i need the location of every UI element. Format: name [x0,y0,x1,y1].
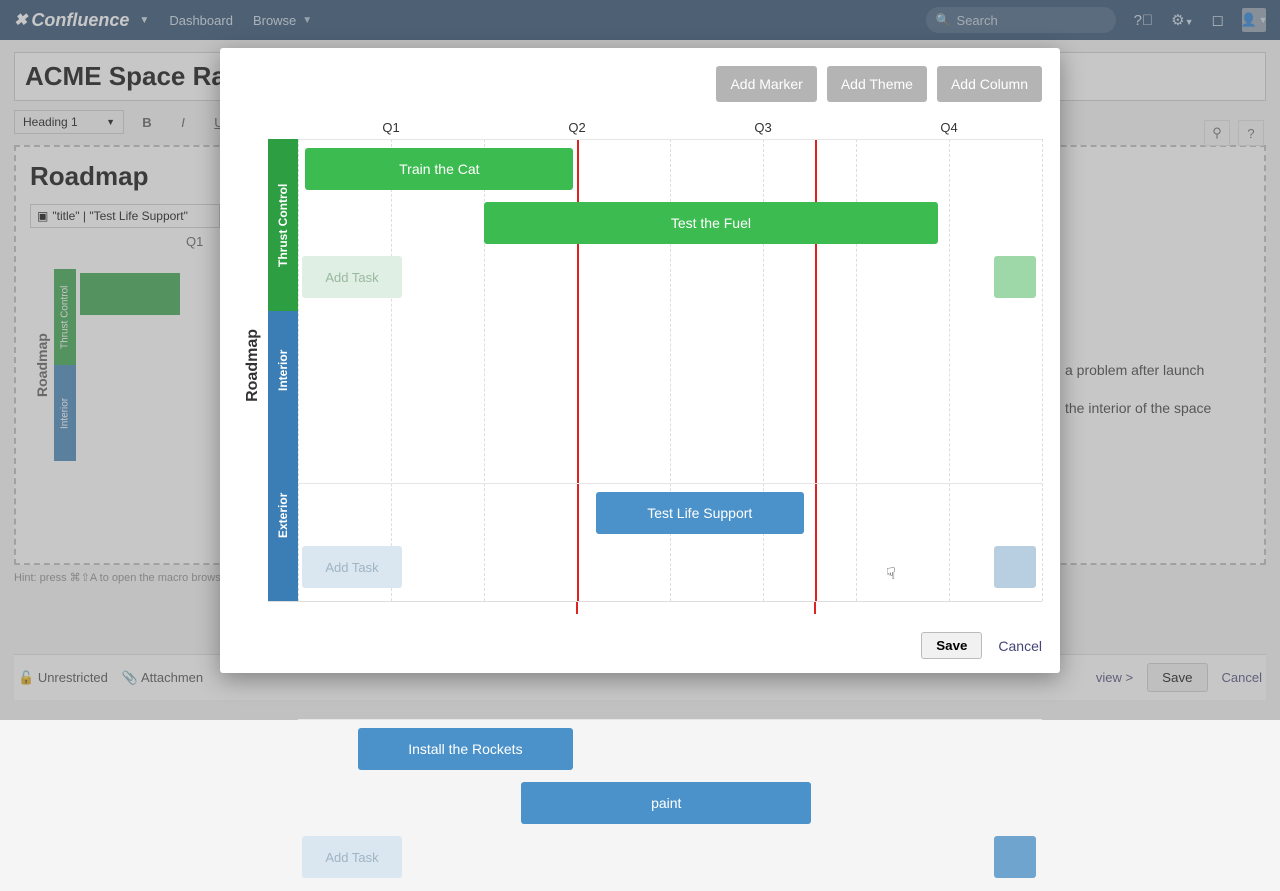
task-bar[interactable]: Train the Cat [305,148,573,190]
column-header[interactable]: Q1 [298,116,484,139]
roadmap-editor-modal: Add Marker Add Theme Add Column Roadmap … [220,48,1060,673]
column-header[interactable]: Q2 [484,116,670,139]
add-task-button[interactable]: Add Task [302,836,402,878]
modal-overlay: Add Marker Add Theme Add Column Roadmap … [0,0,1280,720]
lane-label[interactable]: Interior [268,311,298,429]
task-template-swatch[interactable] [994,256,1036,298]
lane-row: Install the Rockets paint Add Task [298,719,1042,891]
lane-label[interactable]: Thrust Control [268,139,298,311]
column-header[interactable]: Q3 [670,116,856,139]
task-bar[interactable]: Test Life Support [596,492,804,534]
modal-cancel-link[interactable]: Cancel [998,638,1042,654]
add-column-button[interactable]: Add Column [937,66,1042,102]
task-template-swatch[interactable] [994,546,1036,588]
task-template-swatch[interactable] [994,836,1036,878]
task-bar[interactable]: Test the Fuel [484,202,938,244]
gridline [1042,139,1043,601]
add-marker-button[interactable]: Add Marker [716,66,816,102]
lane-label[interactable]: Exterior [268,429,298,601]
modal-save-button[interactable]: Save [921,632,982,659]
lane-row: Train the Cat Test the Fuel Add Task [298,139,1042,311]
column-header[interactable]: Q4 [856,116,1042,139]
marker-line [576,602,578,614]
task-bar[interactable]: paint [521,782,811,824]
add-task-button[interactable]: Add Task [302,256,402,298]
lane-row: Test Life Support Add Task [298,483,1042,601]
task-bar[interactable]: Install the Rockets [358,728,574,770]
roadmap-vert-title: Roadmap [238,329,268,402]
add-task-button[interactable]: Add Task [302,546,402,588]
marker-line [814,602,816,614]
add-theme-button[interactable]: Add Theme [827,66,927,102]
